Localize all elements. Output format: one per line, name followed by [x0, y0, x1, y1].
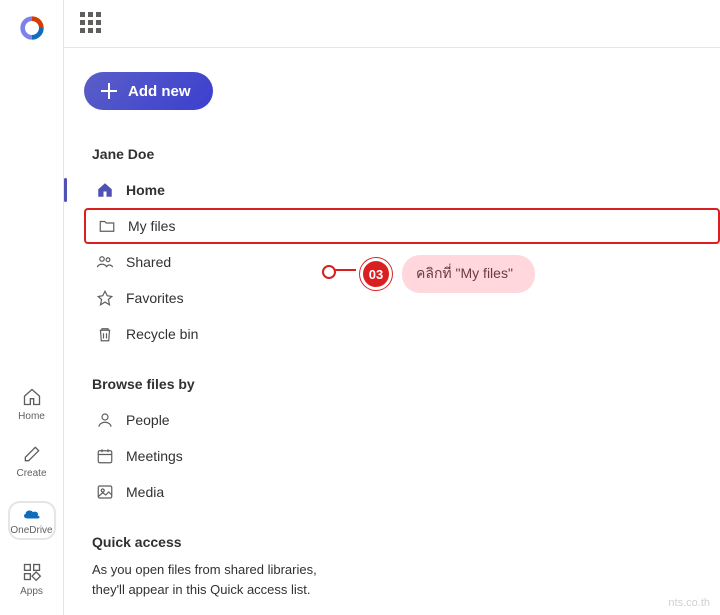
people-icon — [96, 253, 114, 271]
house-fill-icon — [96, 181, 114, 199]
nav-label: Meetings — [126, 448, 708, 464]
nav-label: Media — [126, 484, 708, 500]
browse-title: Browse files by — [92, 376, 720, 392]
user-name: Jane Doe — [92, 146, 720, 162]
image-icon — [96, 483, 114, 501]
star-icon — [96, 289, 114, 307]
browse-meetings[interactable]: Meetings — [84, 438, 720, 474]
content-area: Add new Jane Doe Home My files Shared — [64, 48, 720, 615]
office-logo[interactable] — [18, 10, 46, 46]
pencil-icon — [22, 444, 42, 464]
nav-recycle-bin[interactable]: Recycle bin — [84, 316, 720, 352]
quick-access-title: Quick access — [92, 534, 680, 550]
rail-apps[interactable]: Apps — [8, 562, 56, 597]
browse-media[interactable]: Media — [84, 474, 720, 510]
main-pane: Add new Jane Doe Home My files Shared — [64, 0, 720, 615]
nav-label: Home — [126, 182, 708, 198]
rail-create[interactable]: Create — [8, 444, 56, 479]
annotation-connector — [328, 269, 356, 271]
nav-label: People — [126, 412, 708, 428]
app-rail: Home Create OneDrive Apps — [0, 0, 64, 615]
annotation-callout: 03 คลิกที่ "My files" — [360, 255, 535, 293]
trash-icon — [96, 325, 114, 343]
nav-my-files[interactable]: My files — [84, 208, 720, 244]
nav-label: My files — [128, 218, 678, 234]
annotation-step-number: 03 — [360, 258, 392, 290]
watermark: nts.co.th — [668, 597, 710, 609]
cloud-icon — [21, 505, 43, 521]
plus-icon — [100, 82, 118, 100]
selection-indicator — [64, 178, 67, 202]
app-launcher-icon[interactable] — [80, 12, 104, 36]
apps-grid-icon — [22, 562, 42, 582]
person-icon — [96, 411, 114, 429]
calendar-icon — [96, 447, 114, 465]
house-outline-icon — [22, 387, 42, 407]
rail-label: OneDrive — [10, 525, 52, 536]
folder-icon — [98, 217, 116, 235]
add-new-label: Add new — [128, 83, 191, 100]
nav-home[interactable]: Home — [84, 172, 720, 208]
rail-label: Apps — [20, 586, 43, 597]
rail-label: Home — [18, 411, 45, 422]
rail-onedrive[interactable]: OneDrive — [8, 501, 56, 540]
annotation-text: คลิกที่ "My files" — [402, 255, 535, 293]
rail-label: Create — [16, 468, 46, 479]
rail-home[interactable]: Home — [8, 387, 56, 422]
m365-logo-icon — [18, 14, 46, 42]
browse-people[interactable]: People — [84, 402, 720, 438]
quick-access-desc: As you open files from shared libraries,… — [92, 560, 332, 599]
add-new-button[interactable]: Add new — [84, 72, 213, 110]
top-bar — [64, 0, 720, 48]
nav-label: Recycle bin — [126, 326, 708, 342]
